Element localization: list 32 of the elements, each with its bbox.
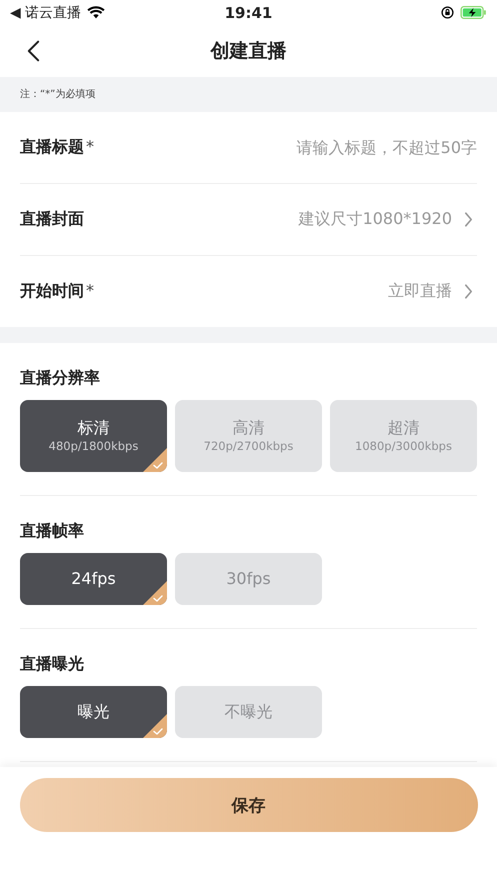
section-title: 直播曝光 bbox=[20, 653, 85, 675]
rotation-lock-icon bbox=[441, 6, 454, 19]
required-mark: * bbox=[86, 137, 94, 156]
chevron-right-icon[interactable] bbox=[464, 283, 473, 300]
field-value[interactable]: 立即直播 bbox=[388, 281, 452, 302]
option-button[interactable]: 30fps bbox=[175, 553, 322, 605]
option-button[interactable]: 24fps bbox=[20, 553, 167, 605]
field-label: 直播标题 bbox=[20, 137, 84, 156]
required-mark: * bbox=[86, 281, 94, 300]
field-label: 开始时间 bbox=[20, 281, 84, 300]
back-to-app-link[interactable]: ◀ 诺云直播 bbox=[10, 4, 82, 22]
required-note: 注：“*”为必填项 bbox=[0, 77, 497, 112]
check-corner-icon bbox=[143, 581, 167, 605]
battery-charging-icon bbox=[460, 6, 487, 19]
clock-time: 19:41 bbox=[224, 4, 272, 22]
section-title: 直播帧率 bbox=[20, 520, 85, 542]
option-button[interactable]: 高清 720p/2700kbps bbox=[175, 400, 322, 472]
chevron-right-icon[interactable] bbox=[464, 211, 473, 228]
field-label: 直播封面 bbox=[20, 209, 84, 228]
check-corner-icon bbox=[143, 448, 167, 472]
wifi-icon bbox=[87, 6, 106, 19]
check-corner-icon bbox=[143, 714, 167, 738]
title-input-field[interactable]: 请输入标题，不超过50字 bbox=[247, 138, 477, 157]
back-icon[interactable] bbox=[27, 39, 40, 63]
option-button[interactable]: 超清 1080p/3000kbps bbox=[330, 400, 477, 472]
section-title: 直播分辨率 bbox=[20, 367, 101, 389]
page-title: 创建直播 bbox=[210, 39, 286, 64]
option-button[interactable]: 曝光 bbox=[20, 686, 167, 738]
option-button[interactable]: 标清 480p/1800kbps bbox=[20, 400, 167, 472]
option-button[interactable]: 不曝光 bbox=[175, 686, 322, 738]
save-button[interactable]: 保存 bbox=[20, 778, 478, 832]
field-value[interactable]: 建议尺寸1080*1920 bbox=[298, 209, 452, 230]
